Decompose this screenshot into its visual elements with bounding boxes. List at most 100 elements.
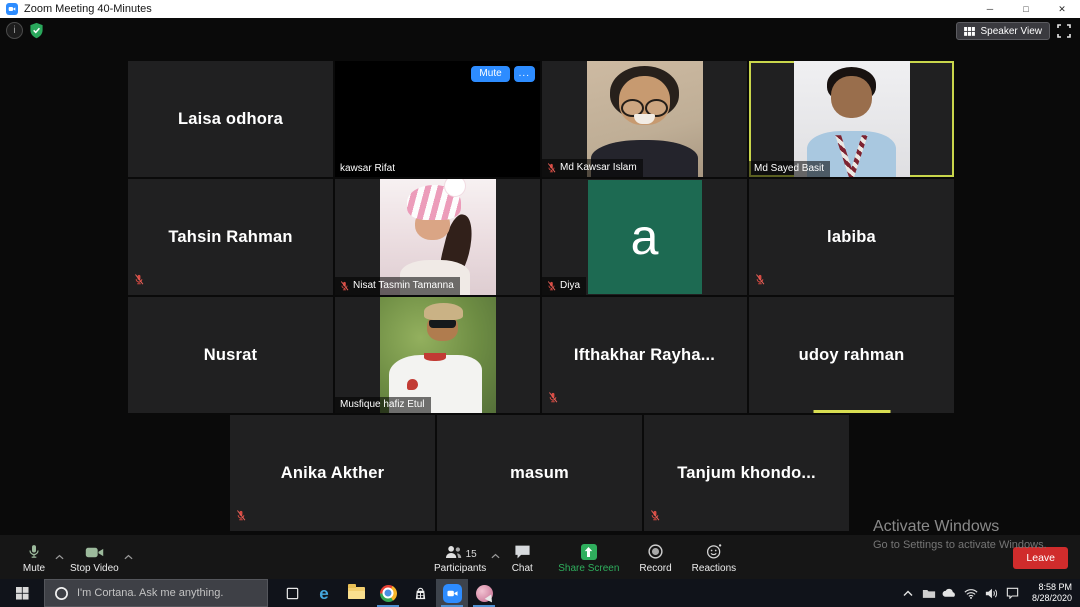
record-icon — [647, 543, 664, 560]
muted-mic-icon — [236, 509, 246, 527]
meeting-toolbar: Mute Stop Video — [0, 535, 1080, 579]
muted-mic-icon — [650, 509, 660, 527]
participants-button[interactable]: 15 Participants — [424, 537, 496, 579]
reactions-button[interactable]: Reactions — [682, 537, 746, 579]
grid-view-icon — [964, 27, 975, 36]
encryption-shield-icon[interactable] — [29, 22, 44, 39]
zoom-logo-icon — [6, 3, 18, 15]
fullscreen-icon[interactable] — [1057, 24, 1072, 39]
participant-tile[interactable]: labiba — [749, 179, 954, 295]
window-title: Zoom Meeting 40-Minutes — [24, 3, 152, 15]
tile-more-button[interactable]: ... — [514, 66, 535, 82]
microphone-icon — [26, 543, 42, 560]
reactions-label: Reactions — [692, 563, 736, 574]
participant-name-center: udoy rahman — [749, 297, 954, 413]
participant-name-label: Md Kawsar Islam — [542, 159, 643, 177]
active-speaker-underline — [813, 410, 890, 413]
participant-tile[interactable]: Musfique hafiz Etul — [335, 297, 540, 413]
clock-time: 8:58 PM — [1032, 582, 1072, 593]
edge-browser-icon[interactable]: e — [308, 579, 340, 607]
participant-name-label: Nisat Tasmin Tamanna — [335, 277, 460, 295]
participant-name-center: Tahsin Rahman — [128, 179, 333, 295]
action-center-icon[interactable] — [1003, 587, 1023, 599]
muted-mic-icon — [547, 280, 556, 292]
cortana-icon — [54, 586, 69, 601]
participant-tile[interactable]: Tahsin Rahman — [128, 179, 333, 295]
clock-date: 8/28/2020 — [1032, 593, 1072, 604]
mute-label: Mute — [23, 563, 45, 574]
wifi-icon[interactable] — [961, 588, 981, 599]
participant-tile[interactable]: Nusrat — [128, 297, 333, 413]
speaker-view-button[interactable]: Speaker View — [956, 22, 1050, 40]
zoom-app-icon[interactable] — [436, 579, 468, 607]
participant-tile[interactable]: Ifthakhar Rayha... — [542, 297, 747, 413]
chat-label: Chat — [512, 563, 533, 574]
participant-tile[interactable]: masum — [437, 415, 642, 531]
share-screen-button[interactable]: Share Screen — [548, 537, 629, 579]
video-grid-main: Laisa odhora Mute ... kawsar Rifat — [128, 61, 954, 413]
record-button[interactable]: Record — [629, 537, 681, 579]
photos-app-icon[interactable] — [468, 579, 500, 607]
close-button[interactable]: ✕ — [1044, 0, 1080, 18]
cortana-search-box[interactable]: I'm Cortana. Ask me anything. — [44, 579, 268, 607]
participant-tile[interactable]: Nisat Tasmin Tamanna — [335, 179, 540, 295]
video-camera-icon — [85, 545, 104, 560]
participant-tile[interactable]: Mute ... kawsar Rifat — [335, 61, 540, 177]
leave-button[interactable]: Leave — [1013, 547, 1068, 569]
participant-name-center: labiba — [749, 179, 954, 295]
microsoft-store-icon[interactable] — [404, 579, 436, 607]
participants-count-badge: 15 — [466, 549, 477, 560]
window-titlebar: Zoom Meeting 40-Minutes ─ □ ✕ — [0, 0, 1080, 18]
participant-tile[interactable]: Anika Akther — [230, 415, 435, 531]
tile-mute-button[interactable]: Mute — [471, 66, 509, 82]
task-view-button[interactable] — [276, 579, 308, 607]
muted-mic-icon — [755, 273, 765, 291]
participant-photo — [380, 297, 496, 413]
participant-name-label: Musfique hafiz Etul — [335, 397, 431, 413]
share-screen-icon — [581, 544, 597, 560]
stop-video-label: Stop Video — [70, 563, 119, 574]
chrome-browser-icon[interactable] — [372, 579, 404, 607]
participant-tile[interactable]: Laisa odhora — [128, 61, 333, 177]
chat-button[interactable]: Chat — [496, 537, 548, 579]
mute-button[interactable]: Mute — [8, 538, 60, 579]
participant-tile[interactable]: udoy rahman — [749, 297, 954, 413]
participant-tile[interactable]: Md Kawsar Islam — [542, 61, 747, 177]
speaker-view-label: Speaker View — [980, 26, 1042, 37]
reactions-icon — [705, 543, 723, 560]
participant-tile[interactable]: Md Sayed Basit — [749, 61, 954, 177]
participant-name-label: kawsar Rifat — [335, 161, 401, 177]
video-grid-bottom: Anika Akther masum Tanjum khondo... — [128, 415, 951, 531]
chat-icon — [514, 544, 531, 560]
video-options-caret[interactable] — [124, 547, 133, 565]
stop-video-button[interactable]: Stop Video — [60, 538, 129, 579]
tray-clock[interactable]: 8:58 PM 8/28/2020 — [1028, 582, 1076, 605]
muted-mic-icon — [548, 391, 558, 409]
meeting-info-icon[interactable]: i — [6, 22, 23, 39]
participant-name-label: Md Sayed Basit — [749, 161, 830, 177]
start-button[interactable] — [0, 579, 44, 607]
participant-name-center: masum — [437, 415, 642, 531]
participant-photo — [794, 61, 910, 177]
maximize-button[interactable]: □ — [1008, 0, 1044, 18]
participants-label: Participants — [434, 563, 486, 574]
participant-name-label: Diya — [542, 277, 586, 295]
onedrive-cloud-icon[interactable] — [940, 588, 960, 598]
participant-name-center: Tanjum khondo... — [644, 415, 849, 531]
search-placeholder: I'm Cortana. Ask me anything. — [77, 587, 223, 599]
participant-name-center: Anika Akther — [230, 415, 435, 531]
minimize-button[interactable]: ─ — [972, 0, 1008, 18]
participant-name-center: Nusrat — [128, 297, 333, 413]
tray-chevron-up-icon[interactable] — [898, 590, 918, 597]
windows-taskbar: I'm Cortana. Ask me anything. e — [0, 579, 1080, 607]
volume-icon[interactable] — [982, 588, 1002, 599]
participant-tile[interactable]: Tanjum khondo... — [644, 415, 849, 531]
file-explorer-icon[interactable] — [340, 579, 372, 607]
meeting-window: i Speaker View Laisa odhora Mute ... kaw… — [0, 18, 1080, 579]
record-label: Record — [639, 563, 671, 574]
tray-folder-icon[interactable] — [919, 588, 939, 599]
participants-icon — [444, 544, 463, 560]
participant-tile[interactable]: a Diya — [542, 179, 747, 295]
participant-name-center: Ifthakhar Rayha... — [542, 297, 747, 413]
participant-name-center: Laisa odhora — [128, 61, 333, 177]
